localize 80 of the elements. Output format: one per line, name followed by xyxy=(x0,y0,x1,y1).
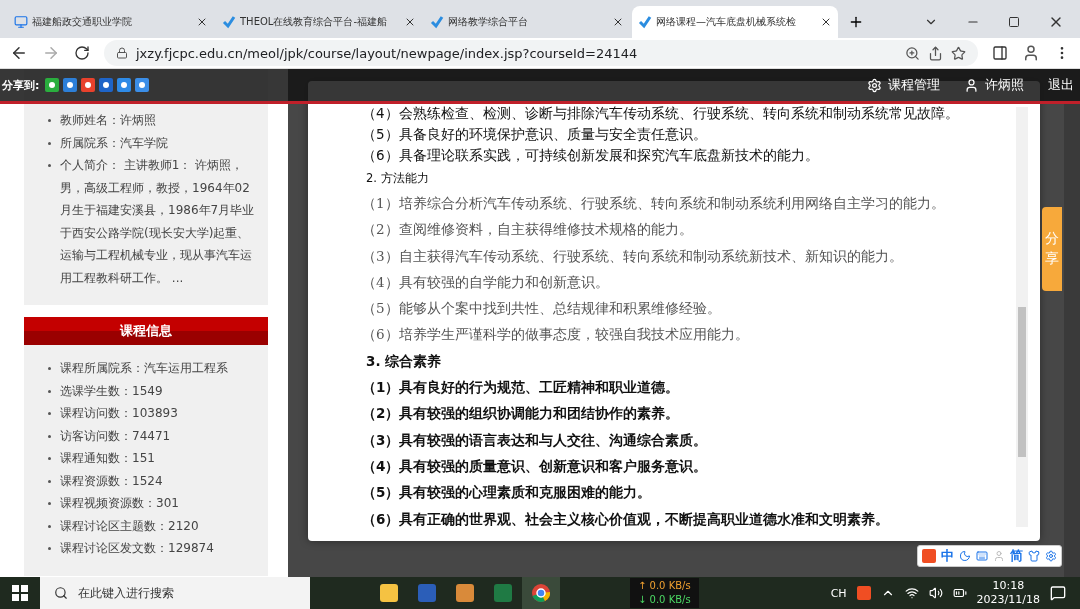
ime-logo-icon xyxy=(922,549,936,563)
list-item: （5）具有较强的心理素质和克服困难的能力。 xyxy=(362,483,653,503)
teacher-info-item: 个人简介： 主讲教师1： 许炳照，男，高级工程师，教授，1964年02月生于福建安溪县，1986年7月毕业于西安公路学院(现长安大学)起重、运输与工程机械专业，现从事汽车运用工程教科研工作。 ... xyxy=(48,154,256,289)
battery-icon[interactable] xyxy=(952,586,967,600)
reload-icon[interactable] xyxy=(74,45,90,61)
volume-icon[interactable] xyxy=(928,586,943,600)
keyboard-icon[interactable] xyxy=(976,550,988,562)
monitor-icon xyxy=(14,15,28,29)
settings-icon xyxy=(867,77,882,93)
list-item: （2）具有较强的组织协调能力和团结协作的素养。 xyxy=(362,404,681,424)
star-icon[interactable] xyxy=(951,45,966,61)
list-item: （1）培养综合分析汽车传动系统、行驶系统、转向系统和制动系统利用网络自主学习的能力。 xyxy=(362,194,946,213)
moon-icon[interactable] xyxy=(959,550,971,562)
language-indicator[interactable]: CH xyxy=(830,586,847,600)
search-icon xyxy=(54,586,68,600)
section-header: 课程信息 xyxy=(24,317,268,345)
address-field[interactable]: jxzy.fjcpc.edu.cn/meol/jpk/course/layout/newpage/index.jsp?courseId=24144 xyxy=(104,40,978,66)
clock[interactable]: 10:18 2023/11/18 xyxy=(976,579,1040,607)
list-item: （5）具备良好的环境保护意识、质量与安全责任意识。 xyxy=(362,125,708,144)
course-info-item: 课程访问数：103893 xyxy=(48,402,256,425)
list-item: （6）具有正确的世界观、社会主义核心价值观，不断提高职业道德水准和文明素养。 xyxy=(362,509,891,529)
close-icon[interactable] xyxy=(196,16,208,28)
page-scrollbar[interactable] xyxy=(1064,104,1080,577)
list-item: （3）自主获得汽车传动系统、行驶系统、转向系统和制动系统新技术、新知识的能力。 xyxy=(362,246,904,266)
new-tab-icon[interactable] xyxy=(848,14,864,30)
windows-icon[interactable] xyxy=(12,585,28,601)
course-info-item: 课程所属院系：汽车运用工程系 xyxy=(48,357,256,380)
browser-tab[interactable]: 福建船政交通职业学院 xyxy=(8,6,214,38)
check-logo-icon xyxy=(222,15,236,29)
taskbar-search-field[interactable]: 在此键入进行搜索 xyxy=(40,577,310,609)
share-label: 分享到: xyxy=(2,77,40,93)
list-item: （4）具有较强的自学能力和创新意识。 xyxy=(362,272,610,292)
profile-icon[interactable] xyxy=(1022,44,1040,62)
shirt-icon[interactable] xyxy=(1028,550,1040,562)
course-info-item: 课程通知数：151 xyxy=(48,447,256,470)
course-info-item: 课程资源数：1524 xyxy=(48,469,256,492)
close-icon[interactable] xyxy=(404,16,416,28)
user-link[interactable]: 许炳照 xyxy=(964,76,1024,94)
notification-icon[interactable] xyxy=(1050,585,1066,601)
section-heading: 3. 综合素养 xyxy=(366,351,443,371)
teacher-info-item: 教师姓名：许炳照 xyxy=(48,109,256,132)
wifi-icon[interactable] xyxy=(904,586,919,600)
close-icon[interactable] xyxy=(820,16,832,28)
browser-tab[interactable]: 网络课程—汽车底盘机械系统检 xyxy=(632,6,838,38)
check-logo-icon xyxy=(638,15,652,29)
user-icon xyxy=(964,77,979,93)
scrollbar-thumb[interactable] xyxy=(1018,307,1026,457)
logout-link[interactable]: 退出 xyxy=(1048,76,1074,94)
list-item: （6）培养学生严谨科学的做事态度，较强自我技术应用能力。 xyxy=(362,325,750,345)
course-info-item: 课程讨论区主题数：2120 xyxy=(48,514,256,537)
list-item: （6）具备理论联系实践，可持续创新发展和探究汽车底盘新技术的能力。 xyxy=(362,146,820,165)
list-item: （1）具有良好的行为规范、工匠精神和职业道德。 xyxy=(362,378,681,398)
check-logo-icon xyxy=(430,15,444,29)
side-panel-icon[interactable] xyxy=(992,45,1008,61)
ime-script[interactable]: 简 xyxy=(1010,547,1023,565)
list-item: （5）能够从个案中找到共性、总结规律和积累维修经验。 xyxy=(362,299,722,319)
lock-icon xyxy=(116,47,128,59)
close-icon[interactable] xyxy=(612,16,624,28)
list-item: （4）具有较强的质量意识、创新意识和客户服务意识。 xyxy=(362,456,709,476)
course-info-item: 课程讨论区发文数：129874 xyxy=(48,537,256,560)
browser-tab[interactable]: 网络教学综合平台 xyxy=(424,6,630,38)
browser-tab[interactable]: THEOL在线教育综合平台-福建船 xyxy=(216,6,422,38)
list-item: （3）具有较强的语言表达和与人交往、沟通综合素质。 xyxy=(362,430,709,450)
scrollbar-track[interactable] xyxy=(1016,107,1028,527)
course-info-item: 访客访问数：74471 xyxy=(48,424,256,447)
ime-mode[interactable]: 中 xyxy=(941,547,954,565)
course-manage-link[interactable]: 课程管理 xyxy=(867,76,940,94)
back-icon[interactable] xyxy=(10,44,28,62)
list-item: （2）查阅维修资料，自主获得维修技术规格的能力。 xyxy=(362,220,694,240)
list-item: （4）会熟练检查、检测、诊断与排除汽车传动系统、行驶系统、转向系统和制动系统常见故障。 xyxy=(362,104,960,123)
settings-icon[interactable] xyxy=(1045,550,1057,562)
teacher-info-item: 所属院系：汽车学院 xyxy=(48,131,256,154)
course-info-item: 课程视频资源数：301 xyxy=(48,492,256,515)
network-speed: ↑ 0.0 KB/s ↓ 0.0 KB/s xyxy=(630,578,699,608)
course-info-item: 选课学生数：1549 xyxy=(48,379,256,402)
zoom-icon[interactable] xyxy=(905,45,920,61)
chrome-icon[interactable] xyxy=(531,583,551,603)
maximize-icon[interactable] xyxy=(1008,16,1020,28)
section-heading: 2. 方法能力 xyxy=(366,170,430,187)
ime-logo-icon[interactable] xyxy=(856,586,871,600)
